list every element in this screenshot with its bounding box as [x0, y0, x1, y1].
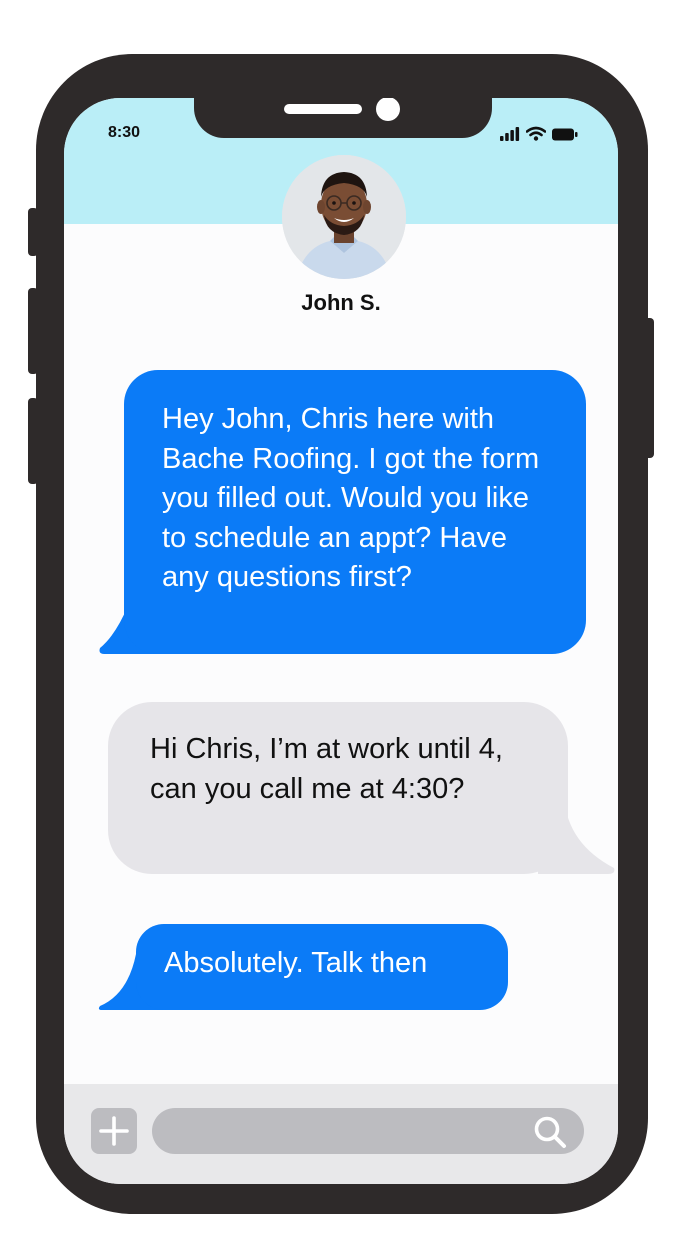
add-attachment-button[interactable]	[91, 1108, 137, 1154]
message-bubble-outgoing[interactable]: Absolutely. Talk then	[136, 924, 508, 1010]
message-bubble-outgoing[interactable]: Hey John, Chris here with Bache Roofing.…	[124, 370, 586, 654]
plus-icon	[99, 1116, 129, 1146]
contact-avatar[interactable]	[282, 155, 406, 279]
message-composer	[64, 1084, 618, 1184]
message-input[interactable]	[152, 1108, 584, 1154]
contact-avatar-photo	[282, 155, 406, 279]
phone-notch	[194, 98, 492, 138]
message-bubble-incoming[interactable]: Hi Chris, I’m at work until 4, can you c…	[108, 702, 568, 874]
signal-bars-icon	[500, 127, 520, 141]
front-camera	[376, 98, 400, 121]
wifi-icon	[526, 126, 546, 141]
search-icon[interactable]	[532, 1115, 568, 1149]
contact-name[interactable]: John S.	[64, 290, 618, 316]
status-time: 8:30	[108, 124, 141, 141]
phone-screen: 8:30 John S. Hey John, Chris here with B…	[64, 98, 618, 1184]
battery-icon	[552, 128, 578, 141]
earpiece-speaker	[284, 104, 362, 114]
status-icons	[500, 126, 578, 141]
